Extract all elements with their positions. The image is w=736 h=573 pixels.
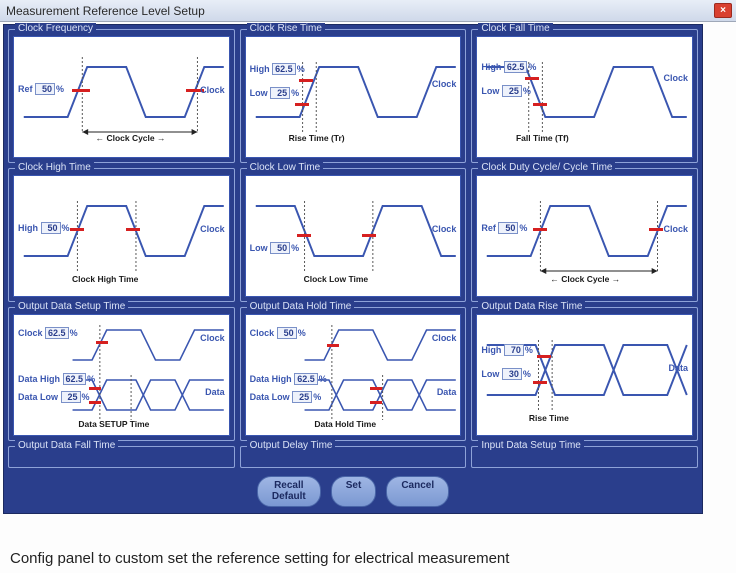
data-low-input[interactable]: 25 (292, 391, 312, 403)
ref-input[interactable]: 50 (498, 222, 518, 234)
group-output-data-fall-time: Output Data Fall Time (8, 446, 235, 468)
ref-label: Ref (18, 84, 33, 94)
ref-input[interactable]: 50 (35, 83, 55, 95)
group-title: Output Data Hold Time (247, 301, 355, 312)
high-input[interactable]: 70 (504, 344, 524, 356)
group-grid: Clock Frequency Ref 50% Clock ← Clock Cy… (8, 29, 698, 470)
meas-label: Data SETUP Time (78, 419, 149, 429)
clock-label: Clock (250, 328, 275, 338)
clock-input[interactable]: 50 (277, 327, 297, 339)
diagram-clock-duty-cycle: Ref 50% Clock ← Clock Cycle → (476, 175, 693, 297)
diagram-clock-high-time: High 50% Clock Clock High Time (13, 175, 230, 297)
high-input[interactable]: 50 (41, 222, 61, 234)
close-button[interactable]: × (714, 3, 732, 18)
data-high-label: Data High (250, 374, 292, 384)
figure-caption: Config panel to custom set the reference… (10, 550, 509, 567)
diagram-clock-frequency: Ref 50% Clock ← Clock Cycle → (13, 36, 230, 158)
group-title: Clock Fall Time (478, 23, 552, 34)
meas-label: Rise Time (529, 413, 569, 423)
data-signal-label: Data (668, 363, 688, 373)
meas-label: Data Hold Time (314, 419, 376, 429)
group-title: Clock Low Time (247, 162, 324, 173)
meas-label: Clock High Time (72, 274, 138, 284)
close-icon: × (720, 5, 726, 16)
group-output-delay-time: Output Delay Time (240, 446, 467, 468)
group-clock-low-time: Clock Low Time Low 50% Clock Clock Low T… (240, 168, 467, 302)
low-input[interactable]: 25 (270, 87, 290, 99)
clock-signal-label: Clock (663, 73, 688, 83)
group-output-data-rise-time: Output Data Rise Time High 70% Low 30% (471, 307, 698, 441)
group-output-data-setup-time: Output Data Setup Time Clock 62.5% D (8, 307, 235, 441)
high-input[interactable]: 62.5 (272, 63, 296, 75)
group-title: Clock Rise Time (247, 23, 325, 34)
diagram-clock-low-time: Low 50% Clock Clock Low Time (245, 175, 462, 297)
group-clock-rise-time: Clock Rise Time High 62.5% Low 25% Clock (240, 29, 467, 163)
data-low-label: Data Low (250, 392, 290, 402)
window-title: Measurement Reference Level Setup (6, 4, 205, 18)
high-label: High (481, 62, 501, 72)
group-clock-frequency: Clock Frequency Ref 50% Clock ← Clock Cy… (8, 29, 235, 163)
ref-label: Ref (481, 223, 496, 233)
group-input-data-setup-time: Input Data Setup Time (471, 446, 698, 468)
low-label: Low (481, 369, 499, 379)
data-high-label: Data High (18, 374, 60, 384)
title-bar: Measurement Reference Level Setup × (0, 0, 736, 22)
clock-signal-label: Clock (200, 333, 225, 343)
meas-label: Fall Time (Tf) (516, 133, 569, 143)
main-panel: Clock Frequency Ref 50% Clock ← Clock Cy… (3, 24, 703, 514)
meas-label: Rise Time (Tr) (289, 133, 345, 143)
group-title: Output Data Rise Time (478, 301, 585, 312)
data-high-input[interactable]: 62.5 (294, 373, 318, 385)
recall-default-button[interactable]: Recall Default (257, 476, 321, 507)
diagram-output-data-setup-time: Clock 62.5% Data High 62.5% Data Low 25%… (13, 314, 230, 436)
set-button[interactable]: Set (331, 476, 377, 507)
clock-signal-label: Clock (432, 333, 457, 343)
clock-signal-label: Clock (200, 224, 225, 234)
diagram-clock-fall-time: High 62.5% Low 25% Clock Fall Time (Tf) (476, 36, 693, 158)
group-clock-fall-time: Clock Fall Time High 62.5% Low 25% Clock (471, 29, 698, 163)
group-title: Clock Frequency (15, 23, 96, 34)
cancel-button[interactable]: Cancel (386, 476, 449, 507)
low-input[interactable]: 50 (270, 242, 290, 254)
group-title: Output Data Fall Time (15, 440, 118, 451)
pct-label: % (56, 84, 64, 94)
group-title: Output Delay Time (247, 440, 336, 451)
button-bar: Recall Default Set Cancel (8, 470, 698, 511)
low-input[interactable]: 25 (502, 85, 522, 97)
clock-signal-label: Clock (200, 85, 225, 95)
clock-signal-label: Clock (663, 224, 688, 234)
clock-signal-label: Clock (432, 224, 457, 234)
group-clock-duty-cycle: Clock Duty Cycle/ Cycle Time Ref 50% Clo… (471, 168, 698, 302)
data-high-input[interactable]: 62.5 (63, 373, 87, 385)
low-label: Low (481, 86, 499, 96)
diagram-clock-rise-time: High 62.5% Low 25% Clock Rise Time (Tr) (245, 36, 462, 158)
high-label: High (250, 64, 270, 74)
data-signal-label: Data (205, 387, 225, 397)
data-low-label: Data Low (18, 392, 58, 402)
group-output-data-hold-time: Output Data Hold Time Clock 50% Data (240, 307, 467, 441)
group-title: Input Data Setup Time (478, 440, 584, 451)
diagram-output-data-hold-time: Clock 50% Data High 62.5% Data Low 25% C… (245, 314, 462, 436)
clock-label: Clock (18, 328, 43, 338)
clock-input[interactable]: 62.5 (45, 327, 69, 339)
diagram-output-data-rise-time: High 70% Low 30% Data Rise Time (476, 314, 693, 436)
low-input[interactable]: 30 (502, 368, 522, 380)
high-input[interactable]: 62.5 (504, 61, 528, 73)
meas-label: Clock Low Time (304, 274, 369, 284)
data-low-input[interactable]: 25 (61, 391, 81, 403)
group-title: Clock High Time (15, 162, 94, 173)
data-signal-label: Data (437, 387, 457, 397)
low-label: Low (250, 243, 268, 253)
low-label: Low (250, 88, 268, 98)
high-label: High (18, 223, 38, 233)
group-title: Clock Duty Cycle/ Cycle Time (478, 162, 615, 173)
meas-label: Clock Cycle (106, 133, 154, 143)
meas-label: Clock Cycle (561, 274, 609, 284)
group-title: Output Data Setup Time (15, 301, 128, 312)
clock-signal-label: Clock (432, 79, 457, 89)
group-clock-high-time: Clock High Time High 50% Clock Clock Hig… (8, 168, 235, 302)
high-label: High (481, 345, 501, 355)
